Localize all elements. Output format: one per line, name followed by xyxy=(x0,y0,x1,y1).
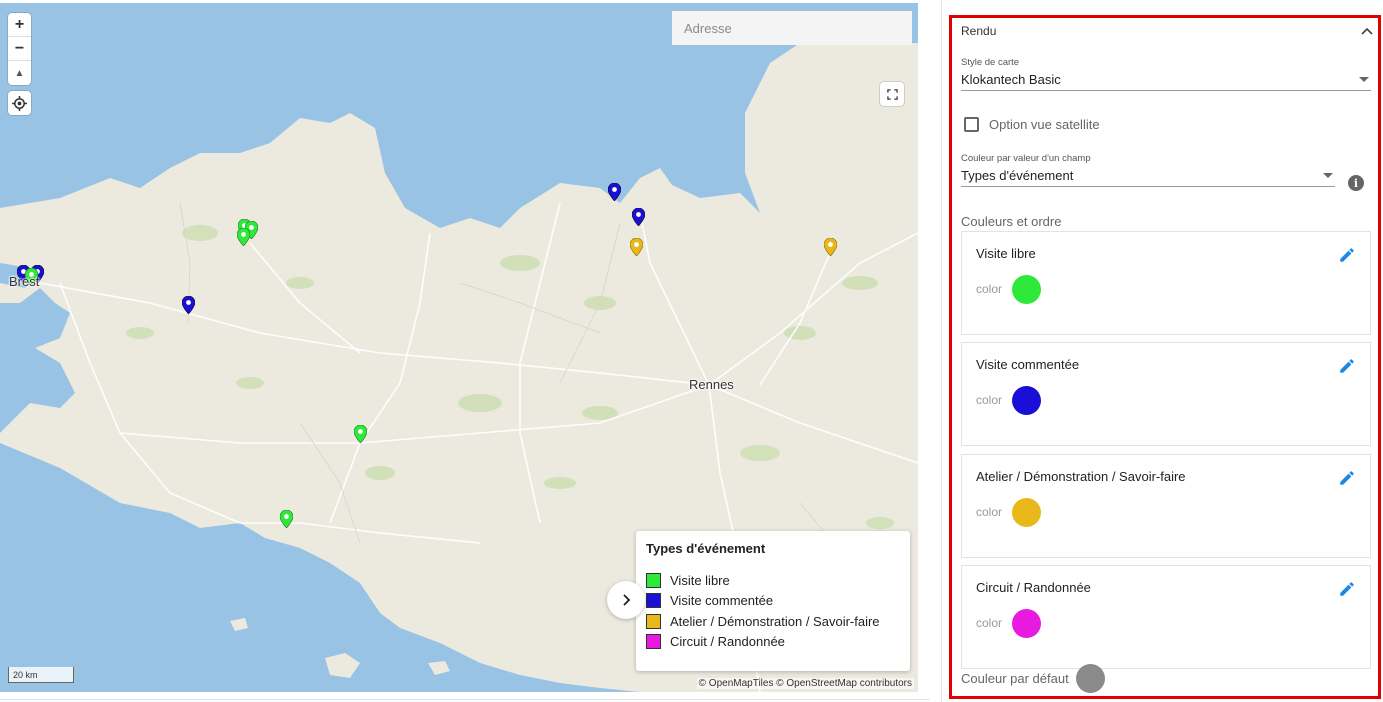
satellite-option-label: Option vue satellite xyxy=(989,117,1100,132)
legend-swatch xyxy=(646,572,661,588)
color-by-field-select[interactable]: Types d'événement xyxy=(961,165,1335,187)
panel-header[interactable]: Rendu xyxy=(961,23,1373,39)
default-color-label: Couleur par défaut xyxy=(961,671,1069,686)
edit-icon[interactable] xyxy=(1338,580,1356,598)
color-card-color-label: color xyxy=(976,616,1003,630)
panel-section-title: Rendu xyxy=(961,24,997,38)
legend-item: Circuit / Randonnée xyxy=(646,632,900,653)
color-card-color-label: color xyxy=(976,505,1003,519)
legend-swatch xyxy=(646,613,661,629)
dropdown-caret-icon xyxy=(1323,173,1333,178)
edit-icon[interactable] xyxy=(1338,246,1356,264)
edit-icon[interactable] xyxy=(1338,469,1356,487)
color-card-name: Atelier / Démonstration / Savoir-faire xyxy=(976,469,1186,484)
map-marker-visite-commentee[interactable] xyxy=(632,208,645,226)
map-scale-bar: 20 km xyxy=(8,667,74,683)
color-card[interactable]: Circuit / Randonnée color xyxy=(961,565,1371,669)
default-color-swatch[interactable] xyxy=(1075,664,1105,693)
edit-icon[interactable] xyxy=(1338,357,1356,375)
map-legend: Types d'événement Visite libre Visite co… xyxy=(636,531,910,671)
legend-toggle-button[interactable] xyxy=(607,581,645,619)
map-attribution[interactable]: © OpenMapTiles © OpenStreetMap contribut… xyxy=(696,678,914,689)
color-card[interactable]: Visite libre color xyxy=(961,231,1371,335)
map-marker-visite-libre[interactable] xyxy=(354,425,367,443)
legend-swatch xyxy=(646,634,661,650)
color-by-field-label: Couleur par valeur d'un champ xyxy=(961,153,1091,164)
color-swatch[interactable] xyxy=(1012,498,1041,527)
address-search-input[interactable] xyxy=(672,11,912,45)
map-marker-visite-libre[interactable] xyxy=(237,228,250,246)
legend-item: Atelier / Démonstration / Savoir-faire xyxy=(646,611,900,632)
dropdown-caret-icon xyxy=(1359,77,1369,82)
legend-item: Visite libre xyxy=(646,570,900,591)
color-card-name: Visite libre xyxy=(976,246,1036,261)
geolocate-icon xyxy=(12,95,27,111)
satellite-option[interactable]: Option vue satellite xyxy=(964,117,1100,132)
color-swatch[interactable] xyxy=(1012,275,1041,304)
render-settings-panel: Rendu Style de carte Klokantech Basic Op… xyxy=(949,15,1381,699)
color-card-name: Circuit / Randonnée xyxy=(976,580,1091,595)
city-label-rennes: Rennes xyxy=(689,377,734,392)
zoom-out-button[interactable]: − xyxy=(8,37,31,61)
map-marker-visite-libre[interactable] xyxy=(280,510,293,528)
legend-item-label: Visite libre xyxy=(670,572,730,588)
fullscreen-icon xyxy=(886,88,898,100)
legend-item-label: Circuit / Randonnée xyxy=(670,634,785,650)
legend-item: Visite commentée xyxy=(646,591,900,612)
city-label-brest: Brest xyxy=(9,274,40,289)
zoom-controls: + − ▲ xyxy=(8,13,31,85)
chevron-up-icon[interactable] xyxy=(1361,27,1373,35)
color-swatch[interactable] xyxy=(1012,609,1041,638)
fullscreen-button[interactable] xyxy=(880,82,904,106)
zoom-in-button[interactable]: + xyxy=(8,13,31,37)
colors-order-label: Couleurs et ordre xyxy=(961,214,1062,229)
satellite-checkbox[interactable] xyxy=(964,117,979,132)
color-card-color-label: color xyxy=(976,282,1003,296)
legend-item-label: Atelier / Démonstration / Savoir-faire xyxy=(670,613,880,629)
color-card-color-label: color xyxy=(976,393,1003,407)
map-bottom-divider xyxy=(0,699,930,700)
legend-title: Types d'événement xyxy=(646,541,766,556)
map-marker-visite-commentee[interactable] xyxy=(608,183,621,201)
map-style-label: Style de carte xyxy=(961,57,1020,68)
map-marker-atelier[interactable] xyxy=(630,238,643,256)
map-style-value: Klokantech Basic xyxy=(961,72,1061,87)
color-swatch[interactable] xyxy=(1012,386,1041,415)
vertical-divider xyxy=(941,0,942,702)
map-marker-atelier[interactable] xyxy=(824,238,837,256)
color-card[interactable]: Visite commentée color xyxy=(961,342,1371,446)
legend-swatch xyxy=(646,593,661,609)
color-card[interactable]: Atelier / Démonstration / Savoir-faire c… xyxy=(961,454,1371,558)
compass-button[interactable]: ▲ xyxy=(8,61,31,85)
info-icon[interactable]: i xyxy=(1348,175,1364,191)
map-style-select[interactable]: Klokantech Basic xyxy=(961,69,1371,91)
map-view[interactable]: Brest Rennes + − ▲ 20 km © OpenMapTiles … xyxy=(0,3,918,692)
color-card-name: Visite commentée xyxy=(976,357,1080,372)
map-marker-visite-commentee[interactable] xyxy=(182,296,195,314)
default-color-row: Couleur par défaut xyxy=(961,664,1105,693)
legend-item-label: Visite commentée xyxy=(670,593,774,609)
geolocate-button[interactable] xyxy=(8,91,31,115)
chevron-right-icon xyxy=(623,594,631,606)
app-root: Brest Rennes + − ▲ 20 km © OpenMapTiles … xyxy=(0,0,1383,702)
color-by-field-value: Types d'événement xyxy=(961,168,1074,183)
compass-icon: ▲ xyxy=(14,67,25,79)
